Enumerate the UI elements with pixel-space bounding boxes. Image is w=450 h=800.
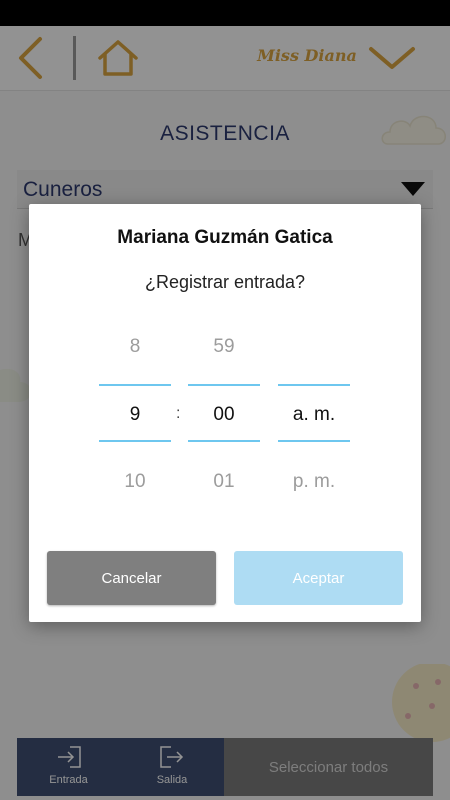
period-next[interactable]: p. m.	[278, 471, 350, 493]
check-in-dialog: Mariana Guzmán Gatica ¿Registrar entrada…	[29, 204, 421, 622]
minute-line-top	[188, 384, 260, 386]
period-picker[interactable]: a. m. p. m.	[278, 334, 350, 494]
period-selected[interactable]: a. m.	[278, 404, 350, 426]
minute-next[interactable]: 01	[188, 471, 260, 493]
hour-prev[interactable]: 8	[99, 336, 171, 358]
accept-button[interactable]: Aceptar	[234, 551, 403, 605]
minute-line-bottom	[188, 440, 260, 442]
time-separator: :	[176, 405, 181, 422]
hour-next[interactable]: 10	[99, 471, 171, 493]
student-name: Mariana Guzmán Gatica	[117, 227, 333, 248]
hour-picker[interactable]: 8 9 10	[99, 334, 171, 494]
dialog-question: ¿Registrar entrada?	[144, 272, 306, 292]
cancel-button[interactable]: Cancelar	[47, 551, 216, 605]
hour-line-bottom	[99, 440, 171, 442]
minute-selected[interactable]: 00	[188, 404, 260, 426]
hour-selected[interactable]: 9	[99, 404, 171, 426]
period-line-bottom	[278, 440, 350, 442]
period-line-top	[278, 384, 350, 386]
minute-prev[interactable]: 59	[188, 336, 260, 358]
minute-picker[interactable]: 59 00 01	[188, 334, 260, 494]
hour-line-top	[99, 384, 171, 386]
